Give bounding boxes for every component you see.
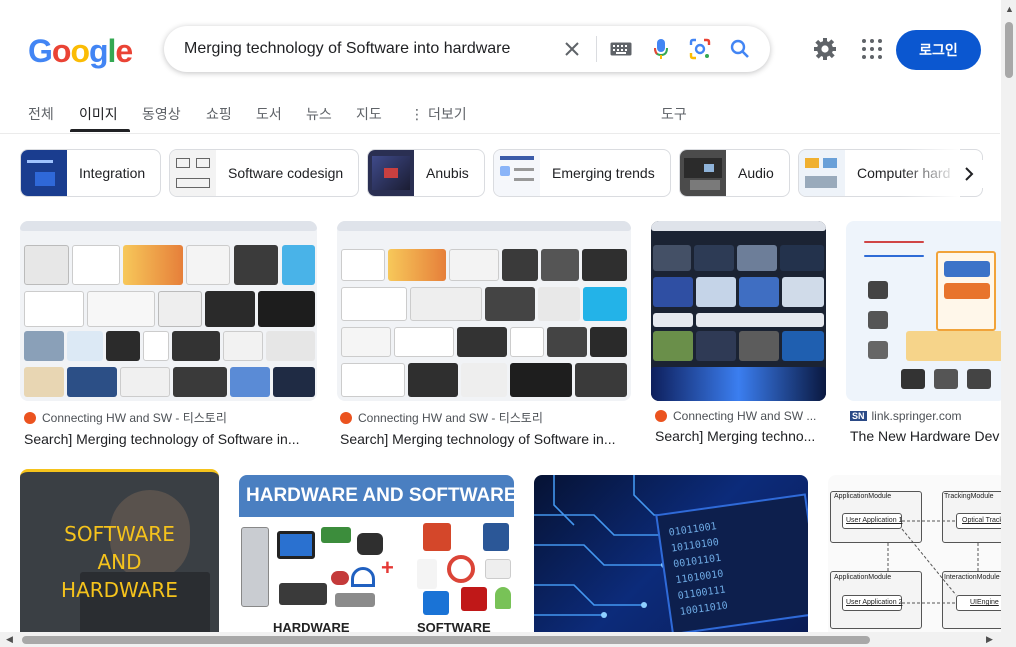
result-title: Search] Merging techno...: [655, 428, 816, 444]
result-image-7[interactable]: 01011001 10110100 00101101 11010010 01100111…: [534, 475, 808, 632]
settings-gear-icon[interactable]: [812, 36, 838, 62]
overlay-line: SOFTWARE: [64, 522, 175, 546]
result-meta-2[interactable]: Connecting HW and SW - 티스토리 Search] Merg…: [340, 409, 628, 447]
chip-thumbnail: [494, 150, 540, 196]
search-tabs: 전체 이미지 동영상 쇼핑 도서 뉴스 지도 ⋮ 더보기 도구: [0, 98, 1000, 134]
tistory-favicon-icon: [340, 411, 352, 424]
result-source: Connecting HW and SW - 티스토리: [24, 409, 316, 426]
tab-books[interactable]: 도서: [256, 104, 282, 124]
lens-icon[interactable]: [688, 37, 712, 61]
result-source: Connecting HW and SW ...: [655, 409, 826, 423]
chip-thumbnail: [368, 150, 414, 196]
chip-label: Anubis: [426, 165, 469, 181]
tab-shopping[interactable]: 쇼핑: [206, 104, 232, 124]
active-tab-indicator: [70, 129, 130, 132]
tab-images[interactable]: 이미지: [79, 104, 118, 124]
search-icon[interactable]: [728, 37, 752, 61]
result-image-1[interactable]: [20, 221, 317, 401]
chip-integration[interactable]: Integration: [20, 149, 161, 197]
chip-label: Audio: [738, 165, 774, 181]
chip-thumbnail: [21, 150, 67, 196]
search-divider: [596, 36, 597, 62]
chevron-right-icon[interactable]: [955, 160, 983, 188]
login-button[interactable]: 로그인: [896, 30, 981, 70]
module-connectors: [887, 520, 979, 604]
tab-maps[interactable]: 지도: [356, 104, 382, 124]
result-source: SN link.springer.com: [850, 409, 962, 423]
horizontal-scrollbar-thumb[interactable]: [22, 636, 870, 644]
result-meta-1[interactable]: Connecting HW and SW - 티스토리 Search] Merg…: [24, 409, 316, 447]
result-image-6[interactable]: HARDWARE AND SOFTWARE + HARDWARE SOFTWAR…: [239, 475, 514, 632]
overlay-line: HARDWARE: [61, 578, 178, 602]
result-source: Connecting HW and SW - 티스토리: [340, 409, 628, 426]
google-logo[interactable]: Google: [28, 33, 133, 70]
chip-audio[interactable]: Audio: [679, 149, 790, 197]
vertical-scrollbar[interactable]: ▲: [1001, 0, 1016, 632]
search-input[interactable]: [184, 26, 564, 72]
banner-text: HARDWARE AND SOFTWARE: [239, 475, 514, 517]
chips-fade: [900, 149, 960, 197]
result-meta-3[interactable]: Connecting HW and SW ... Search] Merging…: [655, 409, 826, 444]
tistory-favicon-icon: [24, 411, 36, 424]
vertical-scrollbar-thumb[interactable]: [1005, 22, 1013, 78]
chip-thumbnail: [799, 150, 845, 196]
scroll-right-arrow-icon[interactable]: ▶: [986, 634, 993, 645]
result-image-3[interactable]: [651, 221, 826, 401]
software-label: SOFTWARE: [417, 620, 491, 632]
result-image-2[interactable]: [337, 221, 631, 401]
tab-news[interactable]: 뉴스: [306, 104, 332, 124]
tab-videos[interactable]: 동영상: [142, 104, 181, 124]
chip-label: Software codesign: [228, 165, 344, 181]
tab-more[interactable]: ⋮ 더보기: [410, 104, 467, 124]
tab-all[interactable]: 전체: [28, 104, 54, 124]
chip-emerging-trends[interactable]: Emerging trends: [493, 149, 671, 197]
overlay-line: AND: [97, 550, 142, 574]
clear-icon[interactable]: [560, 37, 584, 61]
result-image-5[interactable]: SOFTWARE AND HARDWARE: [20, 469, 219, 632]
microphone-icon[interactable]: [649, 37, 673, 61]
chip-thumbnail: [680, 150, 726, 196]
chip-anubis[interactable]: Anubis: [367, 149, 485, 197]
result-title: The New Hardware Dev: [850, 428, 1000, 444]
plus-icon: +: [381, 555, 394, 580]
search-box: [164, 26, 770, 72]
more-dots-icon: ⋮: [410, 106, 424, 122]
chip-label: Integration: [79, 165, 146, 181]
tools-button[interactable]: 도구: [661, 104, 687, 124]
scroll-left-arrow-icon[interactable]: ◀: [6, 634, 13, 645]
scroll-up-arrow-icon[interactable]: ▲: [1005, 4, 1014, 14]
result-image-4[interactable]: [846, 221, 1006, 401]
keyboard-icon[interactable]: [609, 37, 633, 61]
springer-favicon-icon: SN: [850, 411, 867, 421]
horizontal-scrollbar[interactable]: ◀ ▶: [0, 632, 1016, 647]
result-title: Search] Merging technology of Software i…: [24, 431, 300, 447]
chip-label: Emerging trends: [552, 165, 655, 181]
tistory-favicon-icon: [655, 410, 667, 422]
google-images-page: Google 로그인 전체 이미지 동영상 쇼핑 도서 뉴스 지: [0, 0, 1016, 647]
google-apps-icon[interactable]: [860, 37, 884, 61]
chip-software-codesign[interactable]: Software codesign: [169, 149, 359, 197]
result-image-8[interactable]: ApplicationModule User Application 1 Tra…: [828, 475, 1006, 632]
chip-thumbnail: [170, 150, 216, 196]
result-meta-4[interactable]: SN link.springer.com The New Hardware Dev: [850, 409, 1002, 444]
hardware-label: HARDWARE: [273, 620, 350, 632]
tab-more-label: 더보기: [428, 106, 467, 122]
result-title: Search] Merging technology of Software i…: [340, 431, 616, 447]
circuit-board-illustration: 0101100110110100001011011101001001100111…: [534, 475, 808, 632]
